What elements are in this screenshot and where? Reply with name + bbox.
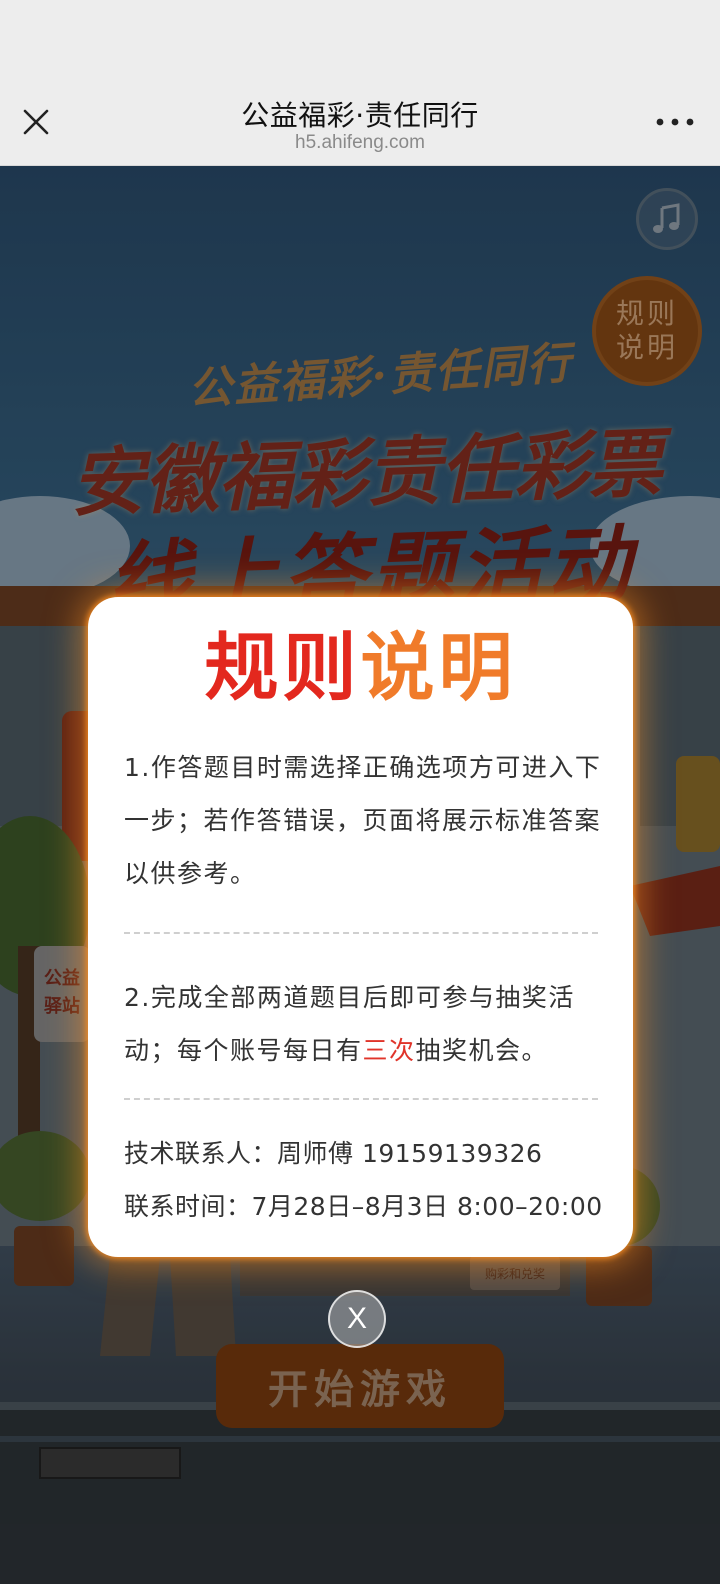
divider bbox=[124, 1098, 598, 1100]
rule-2-text-end: 抽奖机会。 bbox=[415, 1036, 549, 1065]
rule-2: 2.完成全部两道题目后即可参与抽奖活动；每个账号每日有三次抽奖机会。 bbox=[124, 971, 608, 1077]
more-icon bbox=[656, 118, 694, 126]
browser-header: 公益福彩·责任同行 h5.ahifeng.com bbox=[0, 88, 720, 166]
contact-time: 联系时间：7月28日–8月3日 8:00–20:00 bbox=[124, 1192, 603, 1221]
modal-title-part1: 规则 bbox=[204, 625, 361, 711]
rule-1: 1.作答题目时需选择正确选项方可进入下一步；若作答错误，页面将展示标准答案以供参… bbox=[124, 753, 602, 888]
game-area: 公益 驿站 购彩和兑奖 规则 说明 公益福彩·责任同行 安徽福彩责任彩票 线上答… bbox=[0, 166, 720, 1584]
page-title: 公益福彩·责任同行 bbox=[241, 99, 479, 132]
modal-title-part2: 说明 bbox=[360, 625, 517, 711]
contact-person: 技术联系人：周师傅 19159139326 bbox=[124, 1139, 543, 1168]
more-button[interactable] bbox=[652, 108, 698, 136]
rules-modal: 规则说明 1.作答题目时需选择正确选项方可进入下一步；若作答错误，页面将展示标准… bbox=[88, 597, 633, 1257]
rule-2-highlight: 三次 bbox=[362, 1036, 416, 1065]
modal-title: 规则说明 bbox=[88, 623, 633, 713]
status-area bbox=[0, 0, 720, 88]
modal-close-button[interactable]: X bbox=[328, 1290, 386, 1348]
page-url: h5.ahifeng.com bbox=[295, 132, 425, 153]
divider bbox=[124, 932, 598, 934]
